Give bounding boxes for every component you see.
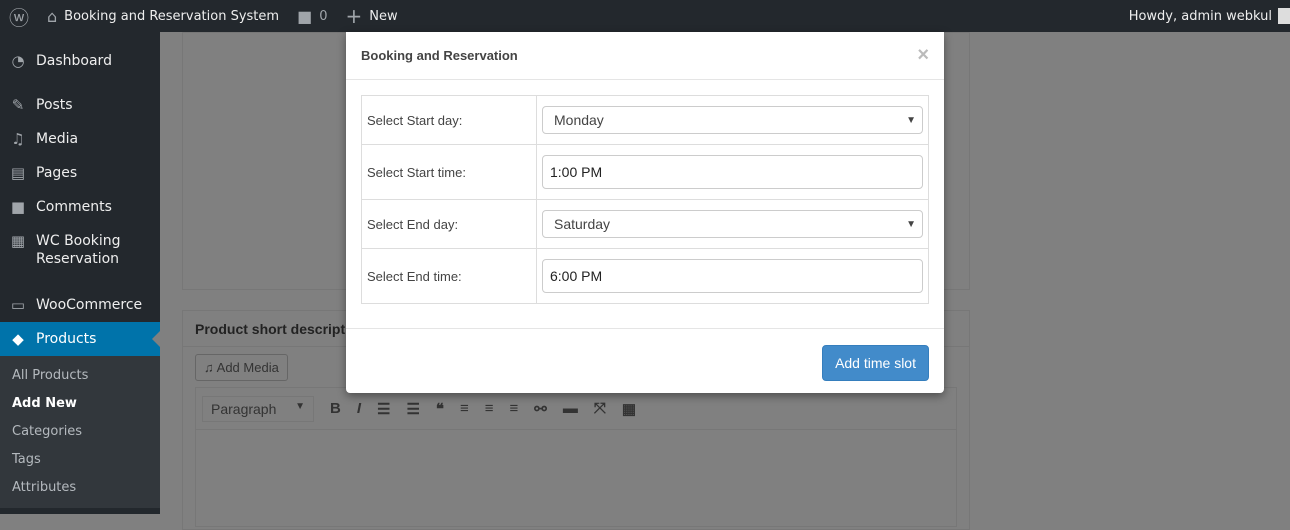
wp-logo-button[interactable]: ⓦ bbox=[0, 0, 38, 32]
end-time-input[interactable]: 6:00 PM bbox=[542, 259, 923, 293]
end-time-label: Select End time: bbox=[361, 248, 537, 304]
submenu-categories[interactable]: Categories bbox=[0, 418, 160, 446]
new-content-link[interactable]: + New bbox=[336, 0, 406, 32]
media-icon: ♫ bbox=[204, 360, 217, 375]
chevron-down-icon: ▼ bbox=[906, 218, 916, 230]
comments-count: 0 bbox=[319, 8, 328, 24]
chevron-down-icon: ▼ bbox=[906, 114, 916, 126]
start-day-label: Select Start day: bbox=[361, 95, 537, 145]
sidebar-item-dashboard[interactable]: ◔ Dashboard bbox=[0, 44, 160, 78]
site-name-link[interactable]: ⌂ Booking and Reservation System bbox=[38, 0, 288, 32]
align-right-icon[interactable]: ≡ bbox=[510, 400, 519, 417]
bold-icon[interactable]: B bbox=[330, 400, 341, 417]
booking-modal: Booking and Reservation × Select Start d… bbox=[346, 32, 944, 393]
fullscreen-icon[interactable]: ⤧ bbox=[594, 400, 606, 417]
chevron-down-icon: ▼ bbox=[295, 400, 305, 412]
end-day-label: Select End day: bbox=[361, 199, 537, 249]
sidebar-item-wc-booking[interactable]: ▦ WC Booking Reservation bbox=[0, 224, 160, 278]
comment-icon: ■ bbox=[10, 198, 26, 216]
modal-title: Booking and Reservation bbox=[361, 48, 518, 63]
align-left-icon[interactable]: ≡ bbox=[460, 400, 469, 417]
align-center-icon[interactable]: ≡ bbox=[485, 400, 494, 417]
products-submenu: All Products Add New Categories Tags Att… bbox=[0, 356, 160, 508]
menu-label: Media bbox=[36, 131, 79, 147]
avatar bbox=[1278, 8, 1290, 24]
sidebar-item-woocommerce[interactable]: ▭ WooCommerce bbox=[0, 288, 160, 322]
sidebar-item-posts[interactable]: ✎ Posts bbox=[0, 88, 160, 122]
box-icon: ◆ bbox=[12, 330, 24, 348]
start-time-label: Select Start time: bbox=[361, 144, 537, 200]
pages-icon: ▤ bbox=[10, 164, 26, 182]
submenu-all-products[interactable]: All Products bbox=[0, 362, 160, 390]
editor[interactable]: Paragraph ▼ B I ☰ ☰ ❝ ≡ ≡ ≡ ⚯ ▬ ⤧ ▦ bbox=[195, 387, 957, 527]
comment-icon: ■ bbox=[297, 6, 313, 26]
menu-label: Pages bbox=[36, 165, 78, 181]
media-icon: ♫ bbox=[11, 130, 25, 148]
italic-icon[interactable]: I bbox=[357, 400, 361, 417]
admin-bar: ⓦ ⌂ Booking and Reservation System ■ 0 + Ne… bbox=[0, 0, 1290, 32]
calendar-icon: ▦ bbox=[10, 232, 26, 250]
sidebar-item-products[interactable]: ◆ Products bbox=[0, 322, 160, 356]
close-icon[interactable]: × bbox=[917, 44, 929, 67]
menu-label: Dashboard bbox=[36, 53, 112, 69]
sidebar-item-comments[interactable]: ■ Comments bbox=[0, 190, 160, 224]
menu-label: Comments bbox=[36, 199, 112, 215]
new-label: New bbox=[369, 8, 398, 24]
submenu-add-new[interactable]: Add New bbox=[0, 390, 160, 418]
plus-icon: + bbox=[345, 4, 363, 28]
start-day-select[interactable]: Monday ▼ bbox=[542, 106, 923, 134]
admin-sidebar: ◔ Dashboard ✎ Posts ♫ Media ▤ Pages ■ Comment… bbox=[0, 32, 160, 514]
blockquote-icon[interactable]: ❝ bbox=[436, 400, 444, 418]
select-value: Monday bbox=[554, 112, 604, 128]
select-value: Saturday bbox=[554, 216, 611, 232]
add-time-slot-button[interactable]: Add time slot bbox=[822, 345, 929, 381]
format-select[interactable]: Paragraph ▼ bbox=[202, 395, 314, 422]
add-media-button[interactable]: ♫ Add Media bbox=[195, 354, 288, 381]
start-time-input[interactable]: 1:00 PM bbox=[542, 155, 923, 189]
pin-icon: ✎ bbox=[11, 96, 25, 114]
numbered-list-icon[interactable]: ☰ bbox=[406, 400, 419, 418]
format-value: Paragraph bbox=[211, 400, 277, 417]
menu-label: Posts bbox=[36, 97, 73, 113]
add-media-label: Add Media bbox=[216, 360, 279, 375]
sidebar-item-media[interactable]: ♫ Media bbox=[0, 122, 160, 156]
howdy-text: Howdy, admin webkul bbox=[1128, 8, 1272, 24]
end-day-select[interactable]: Saturday ▼ bbox=[542, 210, 923, 238]
menu-label: Products bbox=[36, 331, 97, 347]
menu-label: WooCommerce bbox=[36, 297, 143, 313]
home-icon: ⌂ bbox=[47, 6, 58, 26]
time-slot-form: Select Start day: Monday ▼ Select Start ti… bbox=[361, 95, 929, 304]
menu-label: WC Booking Reservation bbox=[36, 233, 121, 267]
wordpress-icon: ⓦ bbox=[9, 5, 29, 30]
read-more-icon[interactable]: ▬ bbox=[563, 400, 578, 417]
sidebar-item-pages[interactable]: ▤ Pages bbox=[0, 156, 160, 190]
submenu-attributes[interactable]: Attributes bbox=[0, 474, 160, 502]
dashboard-icon: ◔ bbox=[11, 52, 25, 70]
submenu-tags[interactable]: Tags bbox=[0, 446, 160, 474]
bullet-list-icon[interactable]: ☰ bbox=[377, 400, 390, 418]
woo-icon: ▭ bbox=[10, 296, 26, 314]
link-icon[interactable]: ⚯ bbox=[534, 400, 547, 418]
site-title: Booking and Reservation System bbox=[64, 8, 280, 24]
comments-link[interactable]: ■ 0 bbox=[288, 0, 336, 32]
keyboard-icon[interactable]: ▦ bbox=[622, 400, 636, 418]
account-menu[interactable]: Howdy, admin webkul bbox=[1129, 0, 1290, 32]
